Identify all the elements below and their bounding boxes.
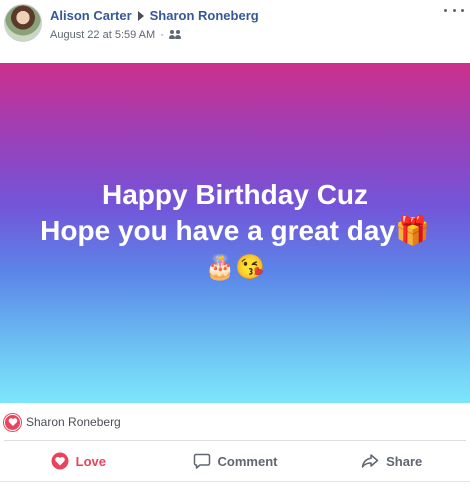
- post-timestamp[interactable]: August 22 at 5:59 AM: [50, 29, 155, 41]
- post-meta: August 22 at 5:59 AM ·: [50, 29, 182, 41]
- banner-line-2: Hope you have a great day🎁: [40, 215, 430, 246]
- love-button-label: Love: [75, 453, 106, 469]
- post-bottom-border: [0, 481, 470, 482]
- recipient-name-link[interactable]: Sharon Roneberg: [150, 8, 259, 23]
- comment-button-label: Comment: [217, 453, 278, 469]
- love-button[interactable]: Love: [0, 441, 157, 481]
- post-text-banner: Happy Birthday Cuz Hope you have a great…: [0, 63, 470, 403]
- friends-icon[interactable]: [168, 30, 182, 40]
- share-button-label: Share: [386, 453, 423, 469]
- post-actions: Love Comment Share: [0, 441, 470, 481]
- love-reaction-icon[interactable]: [4, 413, 21, 431]
- post-authors: Alison Carter Sharon Roneberg: [50, 8, 259, 23]
- comment-button[interactable]: Comment: [157, 441, 314, 481]
- love-icon: [51, 452, 69, 470]
- banner-emoji-line: 🎂😘: [205, 254, 265, 281]
- author-avatar[interactable]: [4, 4, 42, 42]
- banner-line-1: Happy Birthday Cuz: [101, 179, 369, 210]
- reactor-name-link[interactable]: Sharon Roneberg: [26, 415, 121, 429]
- post-header: Alison Carter Sharon Roneberg August 22 …: [0, 0, 470, 62]
- triangle-right-icon: [137, 10, 144, 21]
- share-icon: [361, 454, 379, 468]
- author-name-link[interactable]: Alison Carter: [50, 8, 132, 23]
- share-button[interactable]: Share: [313, 441, 470, 481]
- comment-icon: [193, 453, 210, 469]
- meta-separator: ·: [160, 29, 164, 41]
- more-options-icon[interactable]: [444, 4, 464, 16]
- reactions-bar: Sharon Roneberg: [0, 404, 470, 440]
